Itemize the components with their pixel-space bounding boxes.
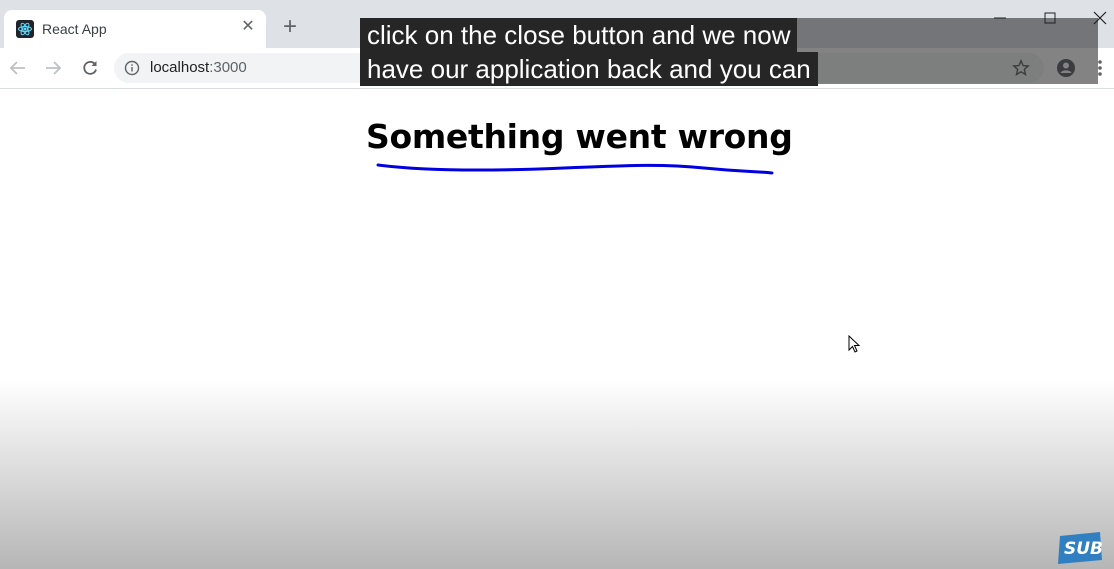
tab-title: React App xyxy=(42,21,107,37)
caption-line-2: have our application back and you can xyxy=(360,52,818,86)
reload-icon[interactable] xyxy=(80,58,100,78)
new-tab-button[interactable]: + xyxy=(280,15,300,39)
react-logo-icon xyxy=(16,20,34,38)
url-host: localhost xyxy=(150,59,210,76)
info-icon[interactable] xyxy=(124,60,140,76)
url-text: localhost:3000 xyxy=(150,59,247,76)
back-arrow-icon[interactable] xyxy=(8,58,28,78)
tab-close-icon[interactable]: ✕ xyxy=(240,19,256,35)
subscribe-logo-text: SUB xyxy=(1064,539,1104,559)
forward-arrow-icon[interactable] xyxy=(43,58,63,78)
url-port: :3000 xyxy=(209,59,247,76)
video-caption: click on the close button and we now hav… xyxy=(360,18,1098,86)
caption-line-1: click on the close button and we now xyxy=(360,18,798,52)
page-content: Something went wrong xyxy=(0,89,1114,569)
error-heading: Something went wrong xyxy=(366,117,793,156)
mouse-cursor-icon xyxy=(848,335,861,353)
tab-react-app[interactable]: React App ✕ xyxy=(4,10,266,48)
hand-drawn-underline xyxy=(376,163,774,175)
subscribe-logo[interactable]: SUB xyxy=(1056,530,1104,566)
